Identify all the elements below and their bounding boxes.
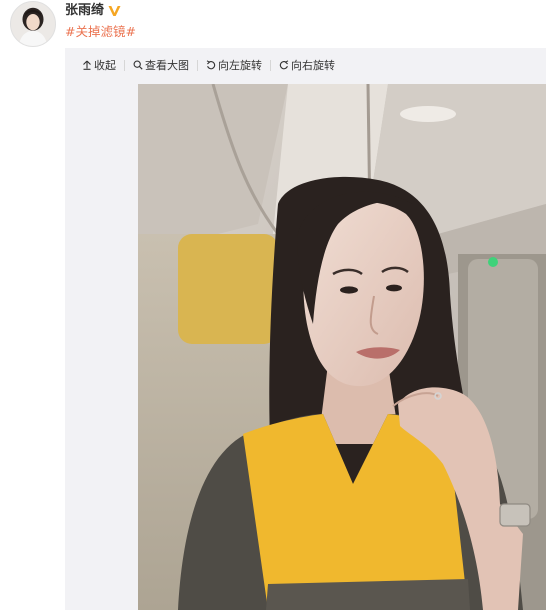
magnifier-icon bbox=[133, 60, 143, 70]
hashtag-link[interactable]: #关掉滤镜# bbox=[65, 21, 136, 40]
avatar[interactable] bbox=[10, 1, 56, 47]
collapse-label: 收起 bbox=[94, 59, 116, 72]
rotate-left-button[interactable]: 向左旋转 bbox=[206, 57, 262, 73]
rotate-left-icon bbox=[206, 60, 216, 70]
media-toolbar: 收起 查看大图 向左旋转 向右旋转 bbox=[65, 48, 546, 82]
toolbar-divider bbox=[270, 59, 271, 71]
view-large-button[interactable]: 查看大图 bbox=[133, 57, 189, 73]
rotate-right-label: 向右旋转 bbox=[291, 59, 335, 72]
media-expanded-panel: 收起 查看大图 向左旋转 向右旋转 bbox=[65, 48, 546, 610]
username-row: 张雨绮 bbox=[65, 0, 121, 18]
username[interactable]: 张雨绮 bbox=[65, 0, 104, 18]
toolbar-divider bbox=[197, 59, 198, 71]
rotate-left-label: 向左旋转 bbox=[218, 59, 262, 72]
weibo-post: 张雨绮 #关掉滤镜# 收起 查看大图 向左旋转 向右旋转 bbox=[0, 0, 546, 610]
post-photo[interactable] bbox=[138, 84, 546, 610]
verified-v-icon bbox=[108, 2, 121, 16]
collapse-button[interactable]: 收起 bbox=[82, 57, 116, 73]
arrow-up-icon bbox=[83, 60, 91, 70]
rotate-right-icon bbox=[279, 60, 289, 70]
selfie-photo-illustration bbox=[138, 84, 546, 610]
toolbar-divider bbox=[124, 59, 125, 71]
rotate-right-button[interactable]: 向右旋转 bbox=[279, 57, 335, 73]
view-large-label: 查看大图 bbox=[145, 59, 189, 72]
avatar-image bbox=[11, 2, 55, 46]
